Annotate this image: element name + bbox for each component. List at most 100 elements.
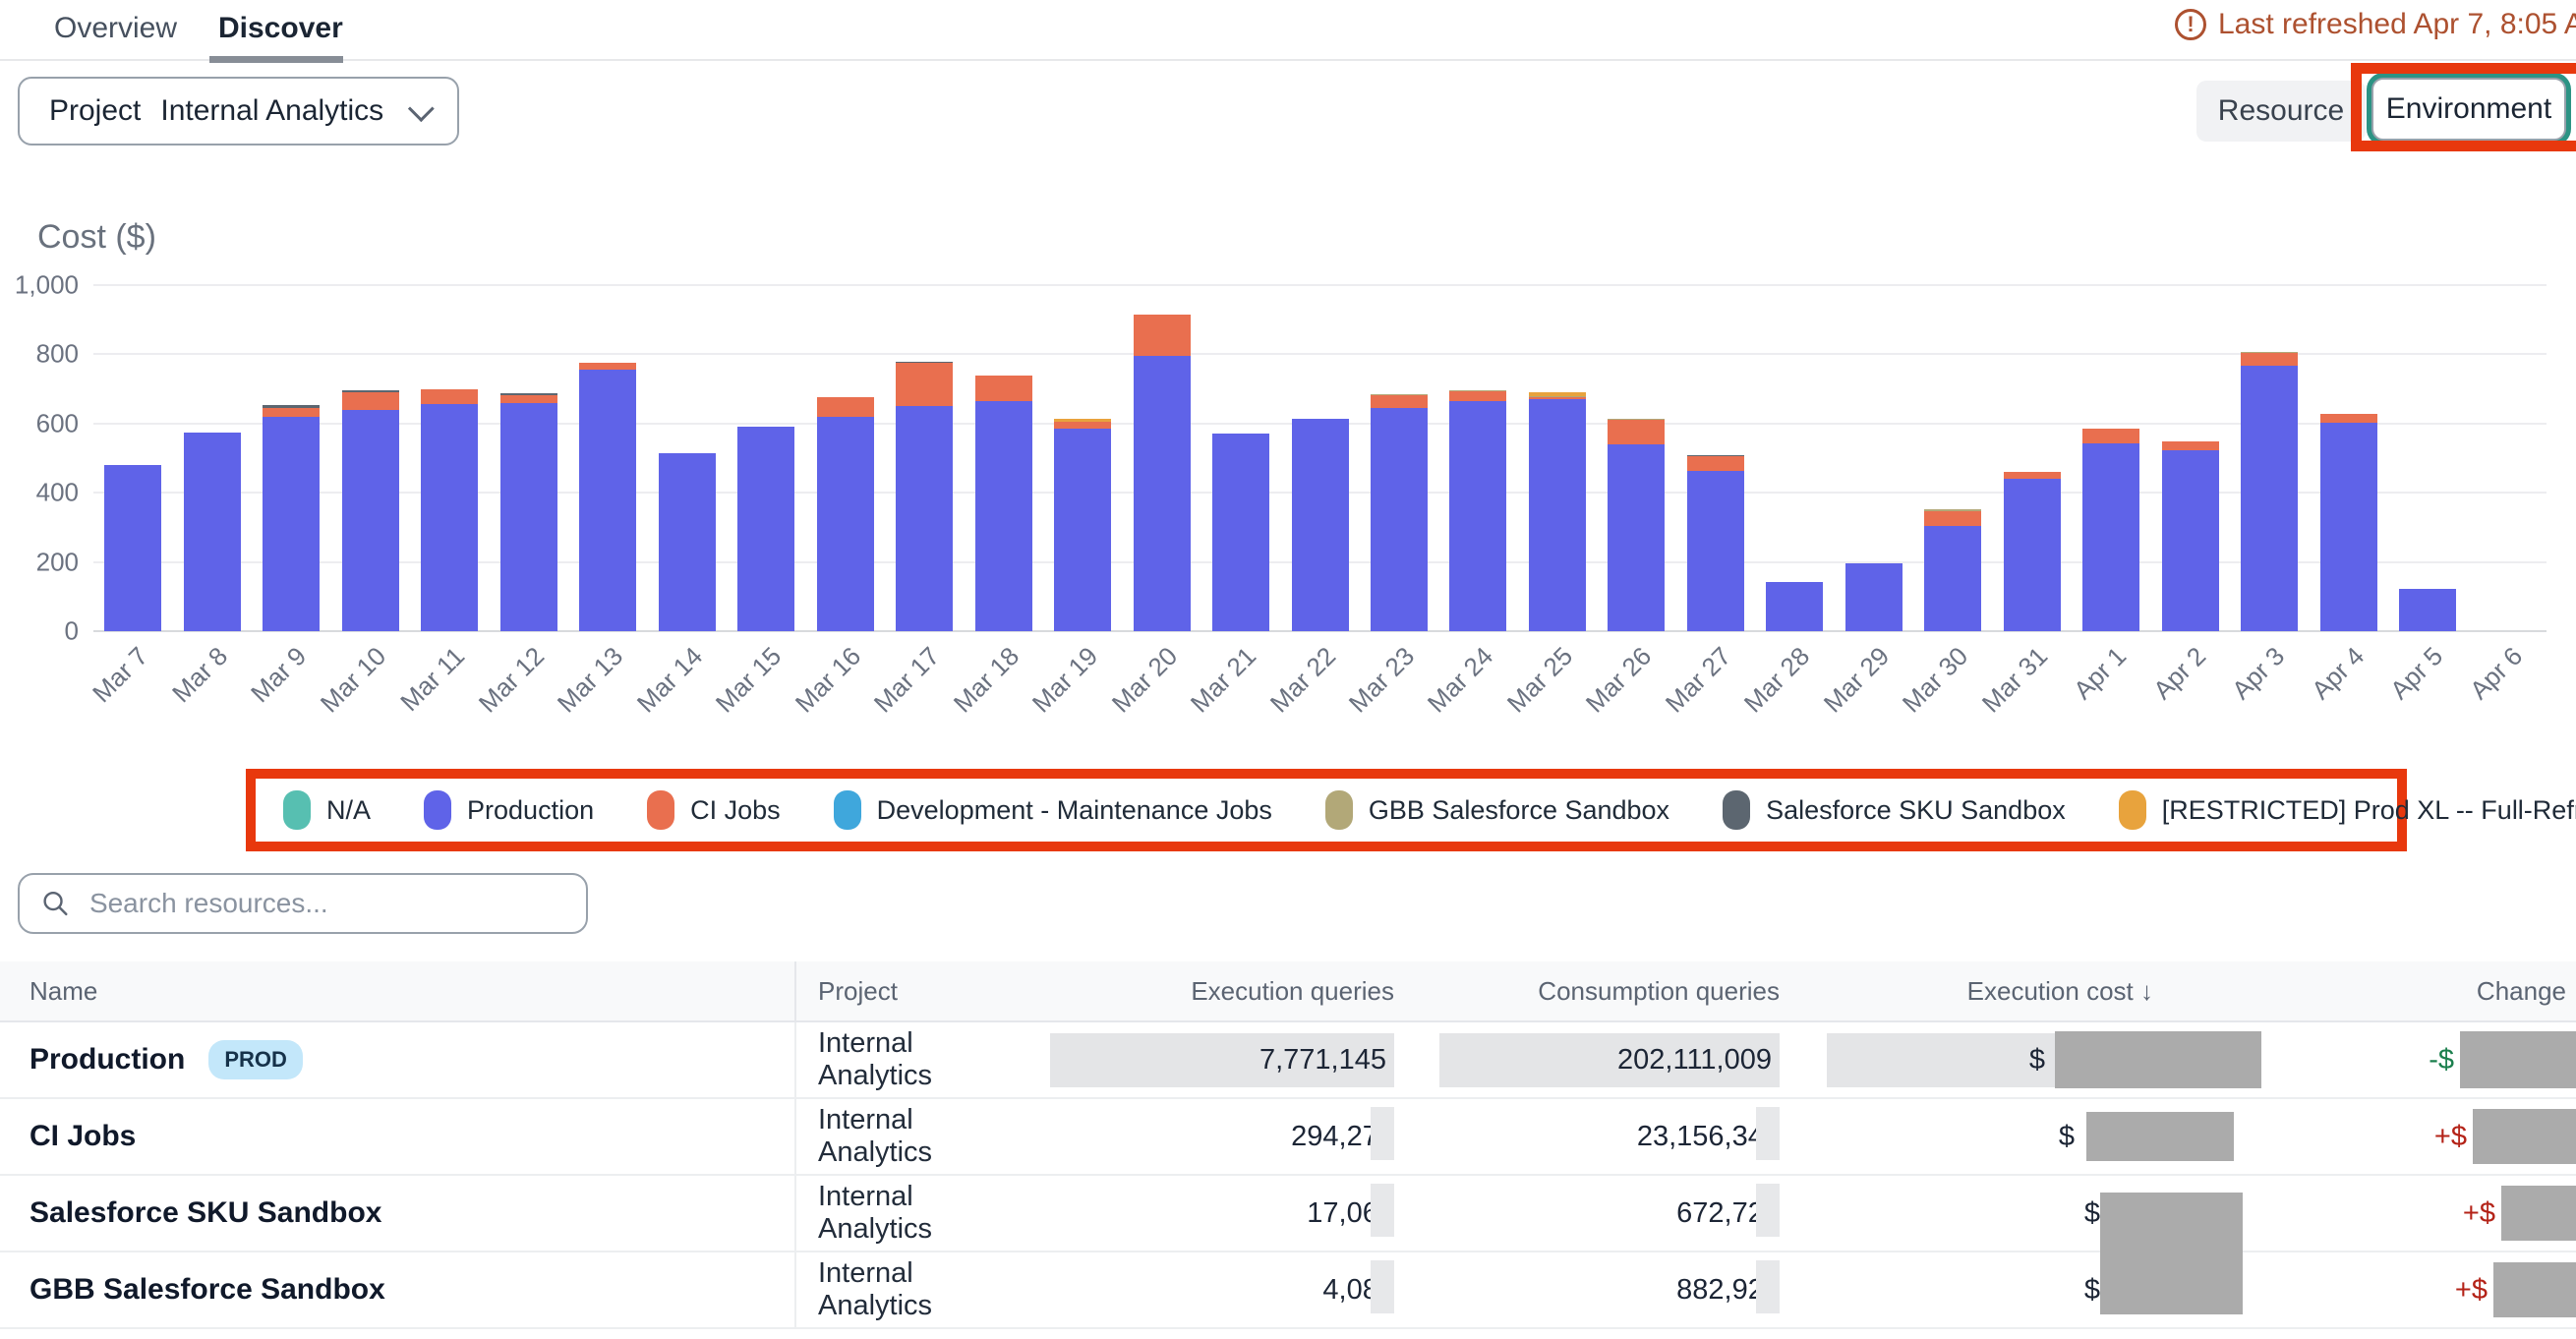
tab-overview[interactable]: Overview xyxy=(54,12,177,45)
chart-bar[interactable] xyxy=(1766,582,1823,631)
column-header-consumption-queries[interactable]: Consumption queries xyxy=(1394,976,1780,1007)
chart-bar[interactable] xyxy=(421,389,478,631)
chart-bar-slot xyxy=(2468,285,2547,631)
search-input[interactable] xyxy=(88,887,564,920)
chart-bar[interactable] xyxy=(1371,394,1428,631)
bar-segment xyxy=(2241,366,2298,631)
project-filter-label: Project xyxy=(49,94,141,128)
resource-name[interactable]: Salesforce SKU Sandbox xyxy=(29,1196,381,1230)
bar-segment xyxy=(1292,419,1349,632)
chart-bar-slot xyxy=(2072,285,2150,631)
legend-color-chip xyxy=(424,790,451,830)
chart-bar[interactable] xyxy=(1924,509,1981,631)
table-row[interactable]: CI Jobs Internal Analytics 294,274 23,15… xyxy=(0,1099,2576,1176)
bar-segment xyxy=(2162,450,2219,631)
chart-bar-slot xyxy=(1913,285,1992,631)
legend-item[interactable]: Salesforce SKU Sandbox xyxy=(1723,790,2066,830)
tab-discover[interactable]: Discover xyxy=(218,12,343,45)
chart-bar[interactable] xyxy=(737,427,794,631)
bar-segment xyxy=(2082,429,2139,443)
bar-segment xyxy=(1687,456,1744,471)
chart-bar[interactable] xyxy=(2004,472,2061,631)
environment-toggle-button[interactable]: Environment xyxy=(2371,78,2566,141)
column-header-execution-cost[interactable]: Execution cost ↓ xyxy=(1780,976,2261,1007)
chart-bar[interactable] xyxy=(1687,455,1744,631)
chart-bar[interactable] xyxy=(579,363,636,631)
chart-bar-slot xyxy=(1755,285,1834,631)
chart-bar-slot xyxy=(330,285,409,631)
project-filter-dropdown[interactable]: Project Internal Analytics xyxy=(18,77,459,146)
chart-bar-slot xyxy=(1993,285,2072,631)
last-refreshed-text: Last refreshed Apr 7, 8:05 AM PDT xyxy=(2218,8,2576,41)
y-axis-label: 1,000 xyxy=(0,270,79,301)
bar-segment xyxy=(500,395,557,403)
chart-bar[interactable] xyxy=(2241,352,2298,631)
change-prefix: +$ xyxy=(2463,1197,2495,1230)
chart-bar-slot xyxy=(1122,285,1200,631)
table-row[interactable]: Production PROD Internal Analytics 7,771… xyxy=(0,1022,2576,1099)
chart-bar[interactable] xyxy=(659,453,716,631)
resource-name[interactable]: CI Jobs xyxy=(29,1120,136,1153)
sort-column-label: Execution cost xyxy=(1967,976,2134,1006)
project-cell: Internal Analytics xyxy=(794,1252,1030,1327)
chart-bar[interactable] xyxy=(975,376,1032,631)
column-header-project[interactable]: Project xyxy=(794,961,1030,1020)
chart-bar[interactable] xyxy=(1529,392,1586,631)
chart-bar[interactable] xyxy=(817,397,874,631)
chart-bar-slot xyxy=(410,285,489,631)
chart-bar[interactable] xyxy=(342,390,399,631)
sort-descending-icon[interactable]: ↓ xyxy=(2140,976,2153,1006)
legend-color-chip xyxy=(834,790,861,830)
resource-name[interactable]: Production xyxy=(29,1043,185,1077)
chart-bar[interactable] xyxy=(1134,315,1191,631)
legend-item[interactable]: N/A xyxy=(283,790,371,830)
chart-bar[interactable] xyxy=(2162,441,2219,631)
resource-toggle-button[interactable]: Resource xyxy=(2196,81,2366,142)
chart-bar[interactable] xyxy=(184,433,241,631)
chevron-down-icon xyxy=(408,95,435,122)
legend-item[interactable]: CI Jobs xyxy=(647,790,781,830)
chart-bar[interactable] xyxy=(1845,563,1903,631)
bar-segment xyxy=(579,363,636,370)
bar-segment xyxy=(1134,356,1191,631)
chart-bar[interactable] xyxy=(1292,419,1349,632)
chart-bar[interactable] xyxy=(1054,419,1111,631)
legend-item[interactable]: Development - Maintenance Jobs xyxy=(834,790,1272,830)
legend-item[interactable]: [RESTRICTED] Prod XL -- Full-Refresh job… xyxy=(2119,790,2576,830)
redacted-value xyxy=(2501,1186,2576,1241)
legend-item[interactable]: GBB Salesforce Sandbox xyxy=(1325,790,1669,830)
bar-segment xyxy=(1845,563,1903,631)
chart-bar[interactable] xyxy=(2320,414,2377,631)
chart-bar[interactable] xyxy=(1608,419,1665,631)
bar-segment xyxy=(1054,422,1111,429)
discover-dashboard: Overview Discover ! Last refreshed Apr 7… xyxy=(0,0,2576,1339)
bar-segment xyxy=(2004,479,2061,631)
bar-segment xyxy=(1134,315,1191,356)
chart-bar[interactable] xyxy=(500,393,557,631)
column-header-change[interactable]: Change xyxy=(2261,976,2576,1007)
chart-bar-slot xyxy=(1360,285,1438,631)
bar-segment xyxy=(2399,589,2456,631)
chart-bar[interactable] xyxy=(2082,429,2139,631)
resource-name[interactable]: GBB Salesforce Sandbox xyxy=(29,1273,385,1307)
chart-bar[interactable] xyxy=(1449,390,1506,631)
bar-segment xyxy=(2082,443,2139,631)
resources-table: Name Project Execution queries Consumpti… xyxy=(0,961,2576,1329)
chart-bar[interactable] xyxy=(896,362,953,631)
table-header-row: Name Project Execution queries Consumpti… xyxy=(0,961,2576,1022)
last-refreshed-status: ! Last refreshed Apr 7, 8:05 AM PDT xyxy=(2175,8,2576,41)
chart-bar[interactable] xyxy=(104,465,161,631)
legend-color-chip xyxy=(647,790,674,830)
chart-bar[interactable] xyxy=(1212,434,1269,631)
legend-label: [RESTRICTED] Prod XL -- Full-Refresh job… xyxy=(2162,795,2576,826)
y-axis-label: 400 xyxy=(0,478,79,508)
chart-bar-slot xyxy=(2230,285,2309,631)
column-header-execution-queries[interactable]: Execution queries xyxy=(1030,976,1394,1007)
redacted-value xyxy=(2473,1109,2576,1164)
chart-bar[interactable] xyxy=(2399,589,2456,631)
legend-item[interactable]: Production xyxy=(424,790,594,830)
chart-plot xyxy=(93,285,2547,631)
bar-segment xyxy=(500,403,557,631)
chart-bar[interactable] xyxy=(263,405,320,631)
column-header-name[interactable]: Name xyxy=(0,976,794,1007)
